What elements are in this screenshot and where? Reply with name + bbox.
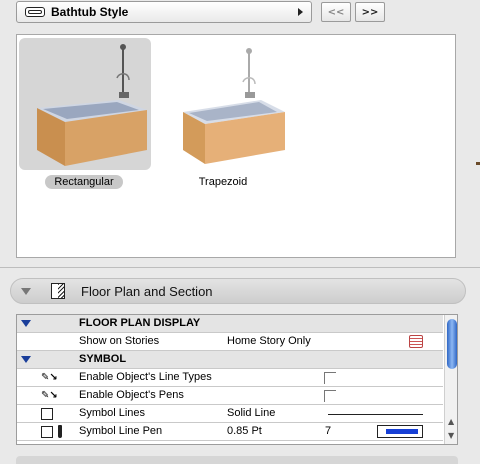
expand-triangle-icon[interactable] [21,356,31,363]
collapse-triangle-icon[interactable] [21,287,31,295]
window-edge-mark [476,162,480,165]
bathtub-style-label: Bathtub Style [51,5,129,19]
rectangular-label[interactable]: Rectangular [45,175,123,189]
rectangular-thumbnail[interactable] [19,38,151,170]
line-type-sample [328,414,423,415]
table-row-symbol-lines[interactable]: Symbol Lines Solid Line [17,405,443,423]
table-row-pens[interactable]: ✎↘ Enable Object's Pens [17,387,443,405]
row-name: Symbol Line Pen [79,425,163,437]
group-row-symbol[interactable]: SYMBOL [17,351,443,369]
expand-triangle-icon[interactable] [21,320,31,327]
next-button[interactable]: >> [355,2,385,22]
link-pen-icon: ✎↘ [41,372,58,383]
group-label: FLOOR PLAN DISPLAY [79,317,201,329]
table-scrollbar[interactable]: ▲ ▼ [444,315,457,444]
trapezoid-bathtub-image [183,48,285,164]
floor-plan-icon [51,283,65,299]
row-name: Show on Stories [79,335,160,347]
style-gallery: Rectangular Trapezoid [16,34,456,258]
pen-number[interactable]: 7 [325,425,331,437]
row-value[interactable]: Home Story Only [227,335,311,347]
link-pen-icon: ✎↘ [41,390,58,401]
scrollbar-thumb[interactable] [447,319,457,369]
rectangular-bathtub-image [37,44,147,166]
row-name: Enable Object's Pens [79,389,184,401]
square-icon [41,408,53,420]
row-value[interactable]: 0.85 Pt [227,425,262,437]
settings-table: FLOOR PLAN DISPLAY Show on Stories Home … [16,314,458,445]
trapezoid-label[interactable]: Trapezoid [183,175,263,189]
next-section-header[interactable] [16,456,458,464]
bathtub-style-dropdown[interactable]: Bathtub Style [16,1,312,23]
dropdown-arrow-icon [298,8,303,16]
table-row-line-types[interactable]: ✎↘ Enable Object's Line Types [17,369,443,387]
pens-checkbox[interactable] [324,390,336,402]
group-label: SYMBOL [79,353,127,365]
bathtub-icon [25,7,45,17]
trapezoid-thumbnail[interactable] [163,38,295,170]
stories-icon[interactable] [409,335,423,348]
previous-button[interactable]: << [321,2,351,22]
row-value[interactable]: Solid Line [227,407,275,419]
floor-plan-section-header[interactable]: Floor Plan and Section [10,278,466,304]
row-name: Enable Object's Line Types [79,371,212,383]
section-title: Floor Plan and Section [81,283,213,299]
square-icon [41,426,53,438]
scroll-up-arrow-icon[interactable]: ▲ [448,417,454,426]
pen-icon [58,425,62,438]
scroll-down-arrow-icon[interactable]: ▼ [448,431,454,440]
panel-divider [0,267,480,268]
group-row-floor-plan-display[interactable]: FLOOR PLAN DISPLAY [17,315,443,333]
pen-color-swatch[interactable] [377,425,423,438]
row-name: Symbol Lines [79,407,146,419]
table-row-show-on-stories[interactable]: Show on Stories Home Story Only [17,333,443,351]
line-types-checkbox[interactable] [324,372,336,384]
object-settings-window: Bathtub Style << >> Rectangular Trapezoi… [0,0,480,464]
table-row-symbol-line-pen[interactable]: Symbol Line Pen 0.85 Pt 7 [17,423,443,441]
